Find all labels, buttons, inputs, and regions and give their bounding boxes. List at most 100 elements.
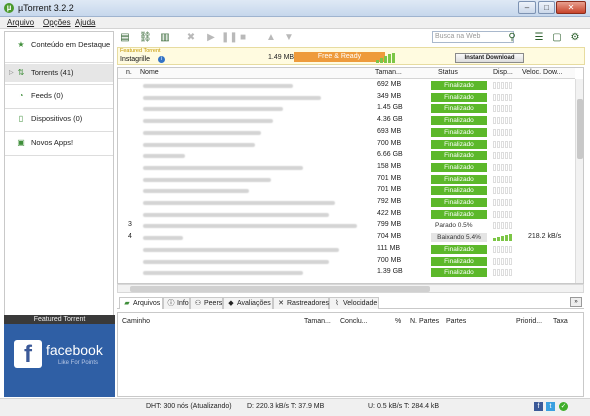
col-status[interactable]: Status [438,69,458,76]
col-size[interactable]: Taman... [375,69,402,76]
table-row[interactable]: 792 MB Finalizado [118,197,575,209]
files-col-pieces-count[interactable]: N. Partes [410,318,439,325]
close-button[interactable]: ✕ [556,1,586,14]
vertical-scrollbar[interactable] [575,79,583,283]
sidebar-item-torrents[interactable]: ▷ ⇅ Torrents (41) [5,64,113,82]
dht-status: DHT: 300 nós (Atualizando) [146,403,232,410]
tab-rastreadores[interactable]: ✕ Rastreadores [273,297,329,309]
row-size: 704 MB [377,233,402,241]
table-row[interactable]: 111 MB Finalizado [118,244,575,256]
star-icon: ★ [17,40,25,49]
tab-arquivos[interactable]: ▰ Arquivos [119,297,163,309]
ad-featured-label: Featured Torrent [120,48,161,54]
scroll-thumb[interactable] [130,286,430,292]
remove-icon[interactable]: ✖ [185,31,197,44]
row-size: 700 MB [377,139,402,147]
sidebar-item-featured[interactable]: ★ Conteúdo em Destaque [5,36,113,54]
device-view-icon[interactable]: ▢ [551,31,563,44]
create-torrent-icon[interactable]: ▥ [159,31,171,44]
files-col-rate[interactable]: Taxa [553,318,568,325]
files-col-path[interactable]: Caminho [122,318,150,325]
table-row[interactable]: 700 MB Finalizado [118,256,575,268]
trackers-icon: ✕ [278,300,284,307]
expand-arrow-icon[interactable]: ▷ [9,64,14,82]
add-torrent-icon[interactable]: ▤ [119,31,131,44]
row-status: Finalizado [431,151,487,161]
col-availability[interactable]: Disp... [493,69,513,76]
table-row[interactable]: 3 799 MB Parado 0.5% [118,220,575,232]
row-name-redacted [143,247,339,252]
menu-opcoes[interactable]: Opções [43,18,71,27]
tab-info[interactable]: ⓘ Info [163,297,190,309]
tab-avaliacoes[interactable]: ◆ Avaliações [223,297,273,309]
instant-download-button[interactable]: Instant Download [455,53,524,63]
files-col-percent[interactable]: % [395,318,401,325]
table-row[interactable]: 701 MB Finalizado [118,174,575,186]
tab-peers[interactable]: ⚇ Peers [190,297,223,309]
sidebar-item-apps[interactable]: ▣ Novos Apps! [5,134,113,152]
row-size: 1.45 GB [377,104,403,112]
files-icon: ▰ [124,300,130,307]
files-col-size[interactable]: Taman... [304,318,331,325]
featured-torrent-ad[interactable]: Featured Torrent f facebook Like For Poi… [4,315,115,397]
apps-icon: ▣ [17,138,25,147]
col-number[interactable]: n. [126,69,132,76]
row-status: Finalizado [431,244,487,254]
maximize-button[interactable]: □ [538,1,555,14]
search-input[interactable]: Busca na Web [432,31,514,43]
availability-icon [493,257,513,265]
sidebar-item-devices[interactable]: ▯ Dispositivos (0) [5,110,113,128]
table-row[interactable]: 693 MB Finalizado [118,127,575,139]
sidebar-item-feeds[interactable]: ◔ Feeds (0) [5,87,113,105]
table-row[interactable]: 1.45 GB Finalizado [118,103,575,115]
menu-ajuda[interactable]: Ajuda [75,18,95,27]
files-col-pieces[interactable]: Partes [446,318,466,325]
tab-velocidade[interactable]: ⌇ Velocidade [329,297,379,309]
row-name-redacted [143,165,303,170]
scroll-thumb[interactable] [577,99,583,159]
twitter-icon[interactable]: t [546,402,555,411]
row-name-redacted [143,212,329,217]
menu-arquivo[interactable]: Arquivo [7,18,34,27]
stop-icon[interactable]: ■ [237,31,249,44]
expand-panel-icon[interactable]: » [570,297,582,307]
minimize-button[interactable]: – [518,1,536,14]
col-download-speed[interactable]: Veloc. Dow... [522,69,562,76]
toolbar: ▤ ⛓ ▥ ✖ ▶ ❚❚ ■ ▲ ▼ Busca na Web ⚲ ☰ ▢ ⚙ [117,30,585,46]
files-col-priority[interactable]: Priorid... [516,318,542,325]
sidebar-item-label: Conteúdo em Destaque [31,40,111,49]
status-ok-icon[interactable]: ✓ [559,402,568,411]
col-name[interactable]: Nome [140,69,159,76]
row-name-redacted [143,119,273,124]
menu-bar: Arquivo Opções Ajuda [0,17,590,29]
table-row[interactable]: 349 MB Finalizado [118,92,575,104]
list-view-icon[interactable]: ☰ [533,31,545,44]
move-up-icon[interactable]: ▲ [265,31,277,44]
sidebar-item-label: Novos Apps! [31,138,74,147]
table-row[interactable]: 422 MB Finalizado [118,209,575,221]
table-row[interactable]: 700 MB Finalizado [118,139,575,151]
table-row[interactable]: 701 MB Finalizado [118,185,575,197]
table-row[interactable]: 4 704 MB Baixando 5.4% 218.2 kB/s [118,232,575,244]
search-icon[interactable]: ⚲ [506,31,518,44]
divider [5,131,113,132]
gear-icon[interactable]: ⚙ [569,31,581,44]
row-name-redacted [143,107,283,112]
start-icon[interactable]: ▶ [205,31,217,44]
row-status: Finalizado [431,198,487,207]
facebook-icon[interactable]: f [534,402,543,411]
pause-icon[interactable]: ❚❚ [221,31,238,44]
horizontal-scrollbar[interactable] [117,284,584,293]
files-col-done[interactable]: Conclu... [340,318,368,325]
table-row[interactable]: 4.36 GB Finalizado [118,115,575,127]
table-row[interactable]: 692 MB Finalizado [118,80,575,92]
move-down-icon[interactable]: ▼ [283,31,295,44]
status-bar: DHT: 300 nós (Atualizando) D: 220.3 kB/s… [0,398,590,416]
row-size: 701 MB [377,186,402,194]
add-url-icon[interactable]: ⛓ [139,31,152,44]
table-row[interactable]: 1.39 GB Finalizado [118,267,575,279]
utorrent-logo-icon: µ [4,3,14,13]
info-icon[interactable]: i [158,56,165,63]
table-row[interactable]: 158 MB Finalizado [118,162,575,174]
table-row[interactable]: 6.66 GB Finalizado [118,150,575,162]
